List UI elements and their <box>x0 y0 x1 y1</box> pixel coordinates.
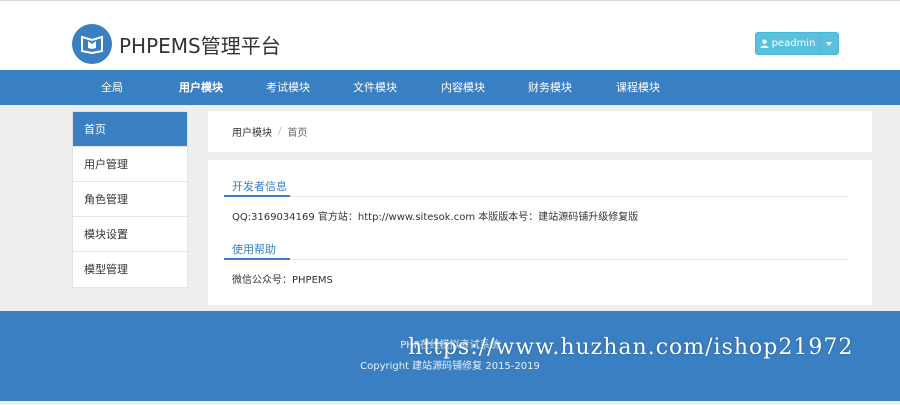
sidebar-item-module-settings[interactable]: 模块设置 <box>73 217 187 252</box>
nav-item-global[interactable]: 全局 <box>101 70 123 105</box>
dropdown-toggle[interactable] <box>820 33 838 54</box>
developer-info-text: QQ:3169034169 官方站：http://www.sitesok.com… <box>232 212 639 223</box>
section-underline <box>224 258 290 260</box>
breadcrumb-parent[interactable]: 用户模块 <box>232 124 272 139</box>
help-title: 使用帮助 <box>232 243 276 256</box>
caret-down-icon <box>826 41 832 46</box>
logo-text[interactable]: PHPEMS管理平台 <box>119 30 281 59</box>
sidebar-item-user-management[interactable]: 用户管理 <box>73 147 187 182</box>
sidebar-item-role-management[interactable]: 角色管理 <box>73 182 187 217</box>
user-icon <box>760 39 769 48</box>
sidebar-item-home[interactable]: 首页 <box>73 112 187 147</box>
nav-item-content-module[interactable]: 内容模块 <box>441 70 485 105</box>
header: PHPEMS管理平台 peadmin <box>0 0 900 70</box>
bottom-strip <box>0 401 900 405</box>
sidebar: 首页 用户管理 角色管理 模块设置 模型管理 <box>72 111 188 288</box>
nav-item-file-module[interactable]: 文件模块 <box>353 70 397 105</box>
main-panel: 开发者信息 QQ:3169034169 官方站：http://www.sites… <box>208 160 872 305</box>
sidebar-item-model-management[interactable]: 模型管理 <box>73 252 187 287</box>
nav-item-course-module[interactable]: 课程模块 <box>616 70 660 105</box>
nav-item-user-module[interactable]: 用户模块 <box>179 70 223 105</box>
help-text: 微信公众号：PHPEMS <box>232 275 333 286</box>
user-button[interactable]: peadmin <box>756 33 820 54</box>
section-underline <box>224 195 290 197</box>
nav-item-finance-module[interactable]: 财务模块 <box>528 70 572 105</box>
page: PHPEMS管理平台 peadmin 全局 用户模块 考试模块 文件模块 内容模… <box>0 0 900 405</box>
section-divider <box>224 259 848 260</box>
watermark-text: https://www.huzhan.com/ishop21972 <box>408 335 854 360</box>
breadcrumb-separator: / <box>278 126 282 137</box>
user-name: peadmin <box>771 38 816 49</box>
developer-info-title: 开发者信息 <box>232 180 287 193</box>
section-divider <box>224 196 848 197</box>
breadcrumb: 用户模块 / 首页 <box>208 111 872 152</box>
breadcrumb-current: 首页 <box>287 128 308 139</box>
user-menu-button[interactable]: peadmin <box>755 32 839 55</box>
nav-item-exam-module[interactable]: 考试模块 <box>266 70 310 105</box>
logo-icon <box>72 24 112 64</box>
main-nav: 全局 用户模块 考试模块 文件模块 内容模块 财务模块 课程模块 <box>0 70 900 105</box>
